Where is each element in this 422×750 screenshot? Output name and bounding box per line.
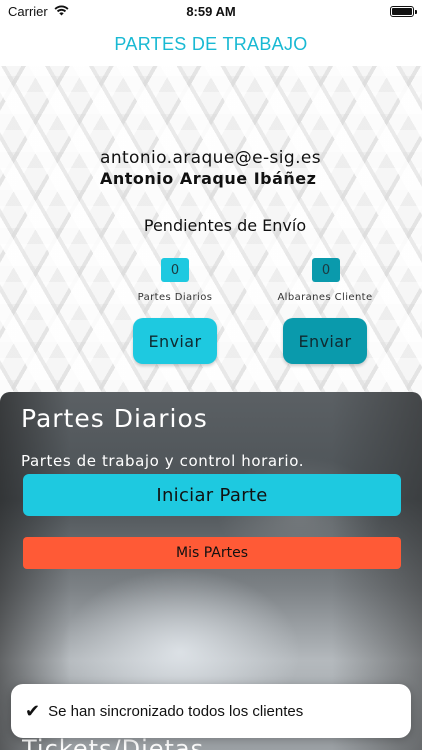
send-albaranes-button[interactable]: Enviar <box>283 318 367 364</box>
carrier-label: Carrier <box>8 3 48 19</box>
partes-pending-label: Partes Diarios <box>137 292 213 303</box>
pending-title: Pendientes de Envío <box>143 216 307 235</box>
battery-icon <box>390 5 417 17</box>
start-report-button[interactable]: Iniciar Parte <box>23 474 401 516</box>
section-subtitle: Partes de trabajo y control horario. <box>21 452 305 470</box>
nav-bar: PARTES DE TRABAJO <box>0 22 422 66</box>
section-title: Partes Diarios <box>21 404 208 433</box>
checkmark-icon: ✔ <box>25 700 41 722</box>
sync-toast: ✔ Se han sincronizado todos los clientes <box>11 684 411 738</box>
send-partes-button[interactable]: Enviar <box>133 318 217 364</box>
albaranes-pending-label: Albaranes Cliente <box>277 292 373 303</box>
status-bar: Carrier 8:59 AM <box>0 0 422 22</box>
user-name: Antonio Araque Ibáñez <box>100 169 317 188</box>
wifi-icon <box>54 4 69 19</box>
page-title: PARTES DE TRABAJO <box>114 33 308 54</box>
status-left: Carrier <box>8 4 69 19</box>
user-email: antonio.araque@e-sig.es <box>100 148 321 168</box>
albaranes-pending-count: 0 <box>312 258 340 282</box>
partes-pending-count: 0 <box>161 258 189 282</box>
toast-message: Se han sincronizado todos los clientes <box>48 702 304 720</box>
pending-panel: antonio.araque@e-sig.es Antonio Araque I… <box>0 66 422 396</box>
my-reports-button[interactable]: Mis PArtes <box>23 537 401 569</box>
